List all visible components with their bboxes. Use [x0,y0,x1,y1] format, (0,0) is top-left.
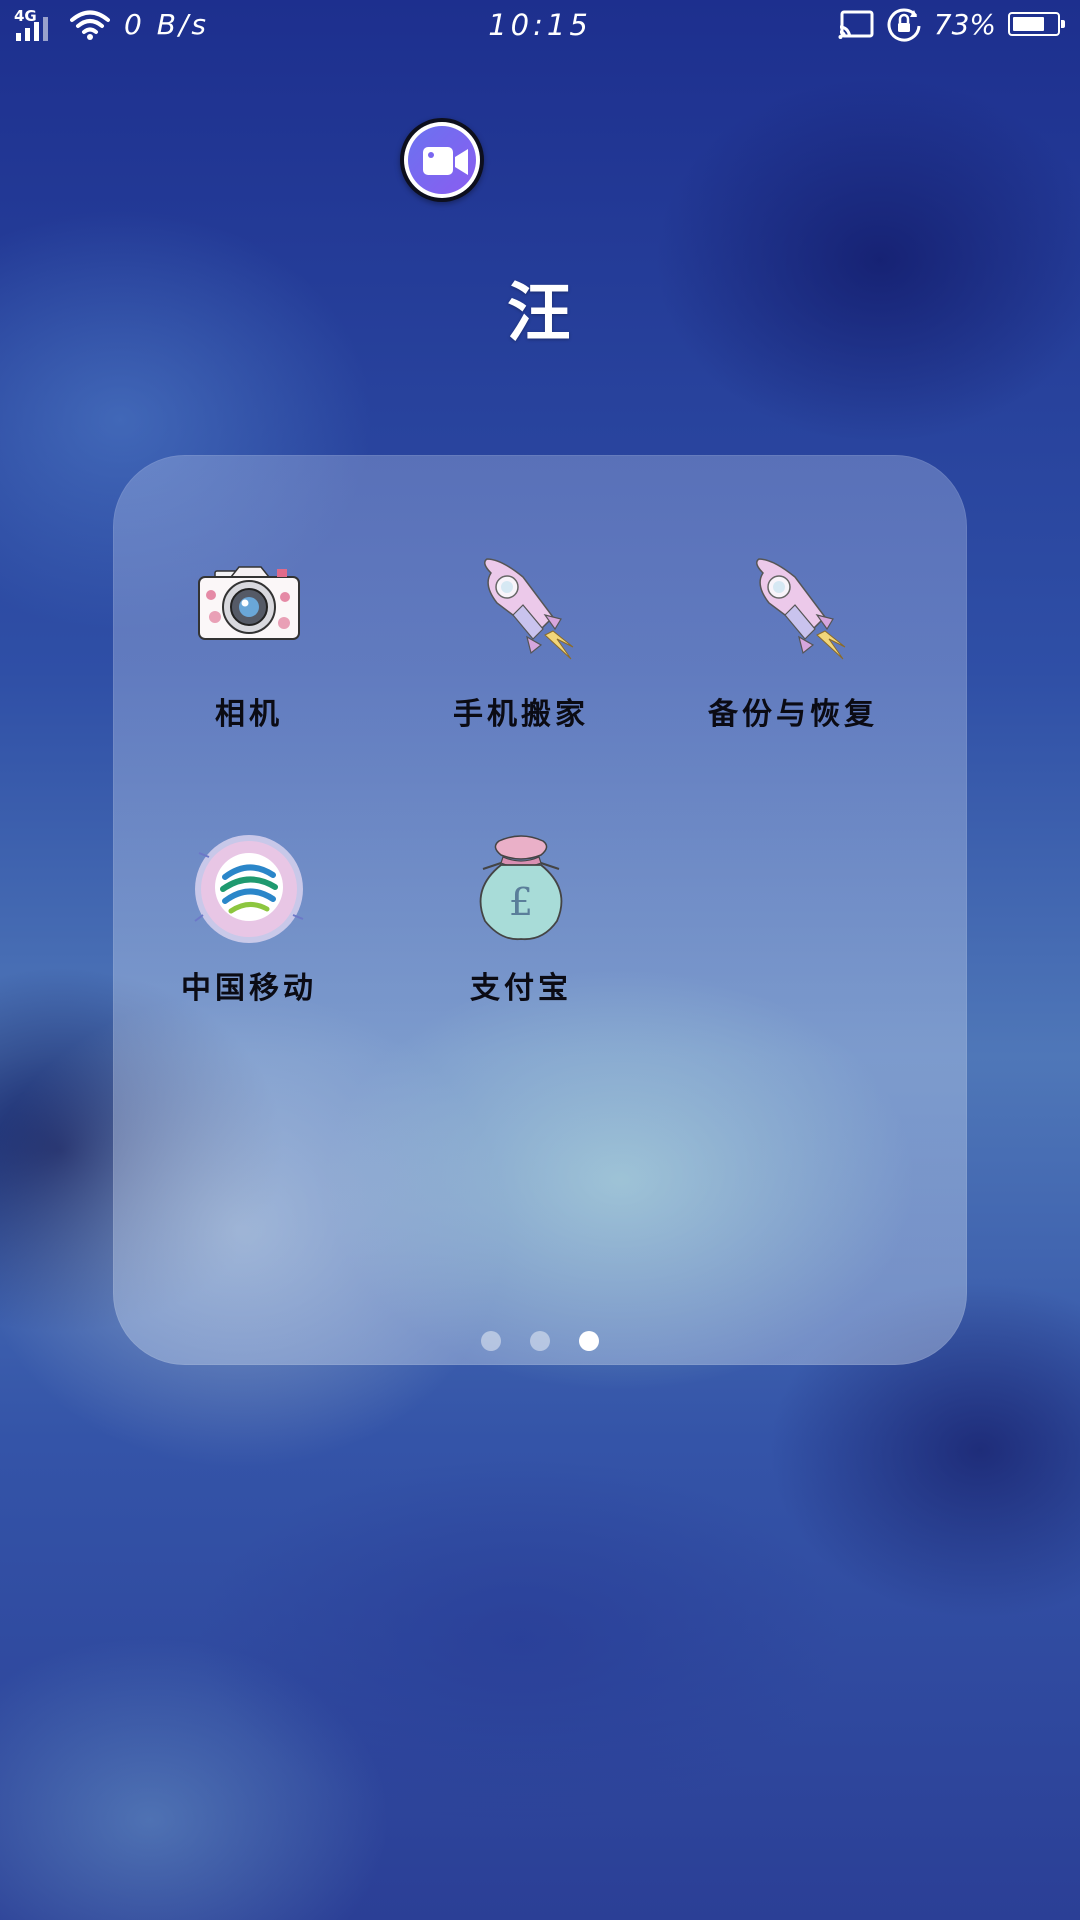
video-shortcut-button[interactable] [400,118,484,202]
status-bar: 4G 0 B/s 10:15 73% [0,0,1080,54]
app-label: 相机 [215,697,283,732]
app-alipay[interactable]: £ 支付宝 [385,829,657,1059]
battery-icon [1008,12,1065,36]
battery-percent: 73% [933,7,996,41]
app-label: 手机搬家 [453,697,589,732]
app-backup-restore[interactable]: 备份与恢复 [657,555,929,785]
page-dot[interactable] [530,1331,550,1351]
folder-panel: 相机 手机搬家 备份与恢复 中国移动 £ 支付宝 [113,455,967,1365]
page-dot[interactable] [481,1331,501,1351]
app-china-mobile[interactable]: 中国移动 [113,829,385,1059]
rotation-lock-icon [887,8,921,42]
app-camera[interactable]: 相机 [113,555,385,785]
app-label: 备份与恢复 [708,697,878,732]
camera-icon [198,566,300,640]
cast-icon [838,10,874,39]
page-dot[interactable] [579,1331,599,1351]
china-mobile-icon [194,835,304,943]
app-label: 支付宝 [470,971,572,1006]
money-bag-icon: £ [479,835,563,941]
svg-text:£: £ [509,880,533,924]
rocket-icon [756,558,846,660]
rocket-icon [484,558,574,660]
page-indicator [113,1331,967,1351]
app-phone-clone[interactable]: 手机搬家 [385,555,657,785]
folder-title[interactable]: 汪 [0,262,1080,354]
app-label: 中国移动 [181,971,317,1006]
video-camera-icon [423,147,468,175]
